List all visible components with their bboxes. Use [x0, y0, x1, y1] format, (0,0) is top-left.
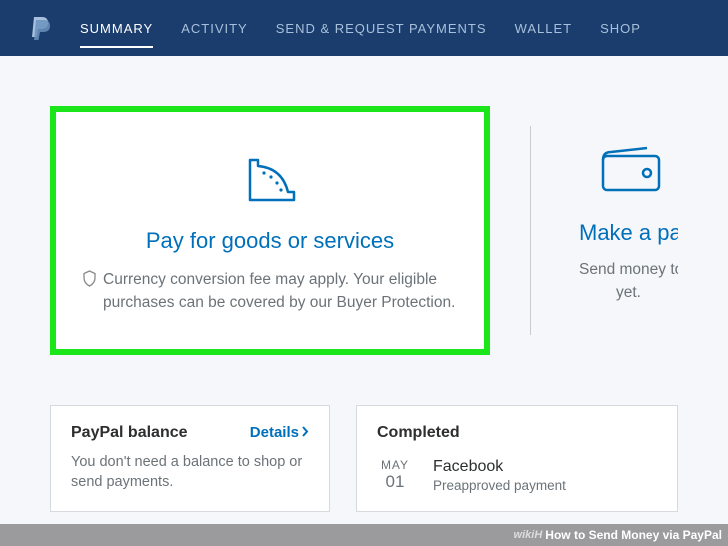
paypal-logo-icon[interactable] [30, 15, 52, 41]
make-payment-title: Make a payment in [579, 220, 678, 246]
balance-card: PayPal balance Details You don't need a … [50, 405, 330, 512]
make-payment-desc: Send money to a friend, even yet. [579, 258, 678, 305]
nav-summary[interactable]: SUMMARY [80, 0, 153, 56]
vertical-divider [530, 126, 531, 335]
main-content: Pay for goods or services Currency conve… [0, 56, 728, 385]
transaction-row[interactable]: MAY 01 Facebook Preapproved payment [377, 458, 657, 493]
completed-card: Completed MAY 01 Facebook Preapproved pa… [356, 405, 678, 512]
balance-title: PayPal balance [71, 424, 188, 442]
footer-title: How to Send Money via PayPal [545, 528, 722, 542]
nav-activity[interactable]: ACTIVITY [181, 0, 248, 56]
footer-watermark: wikiH How to Send Money via PayPal [0, 524, 728, 546]
transaction-date: MAY 01 [377, 458, 413, 492]
balance-desc: You don't need a balance to shop or send… [71, 452, 309, 493]
pay-goods-title: Pay for goods or services [82, 228, 458, 254]
footer-source: wikiH [514, 529, 543, 541]
transaction-details: Facebook Preapproved payment [433, 458, 566, 493]
make-payment-card[interactable]: Make a payment in Send money to a friend… [571, 106, 678, 355]
protection-icon [82, 150, 458, 206]
shield-icon [82, 270, 97, 294]
nav-items: SUMMARY ACTIVITY SEND & REQUEST PAYMENTS… [80, 0, 641, 56]
nav-wallet[interactable]: WALLET [515, 0, 573, 56]
details-link[interactable]: Details [250, 424, 309, 441]
bottom-row: PayPal balance Details You don't need a … [0, 405, 728, 512]
nav-shop[interactable]: SHOP [600, 0, 641, 56]
completed-title: Completed [377, 424, 657, 442]
pay-goods-card[interactable]: Pay for goods or services Currency conve… [50, 106, 490, 355]
wallet-icon [579, 144, 678, 194]
transaction-merchant: Facebook [433, 458, 566, 476]
nav-send-request[interactable]: SEND & REQUEST PAYMENTS [276, 0, 487, 56]
top-nav: SUMMARY ACTIVITY SEND & REQUEST PAYMENTS… [0, 0, 728, 56]
pay-goods-desc: Currency conversion fee may apply. Your … [82, 268, 458, 315]
chevron-right-icon [301, 424, 309, 441]
transaction-type: Preapproved payment [433, 478, 566, 493]
balance-header: PayPal balance Details [71, 424, 309, 442]
